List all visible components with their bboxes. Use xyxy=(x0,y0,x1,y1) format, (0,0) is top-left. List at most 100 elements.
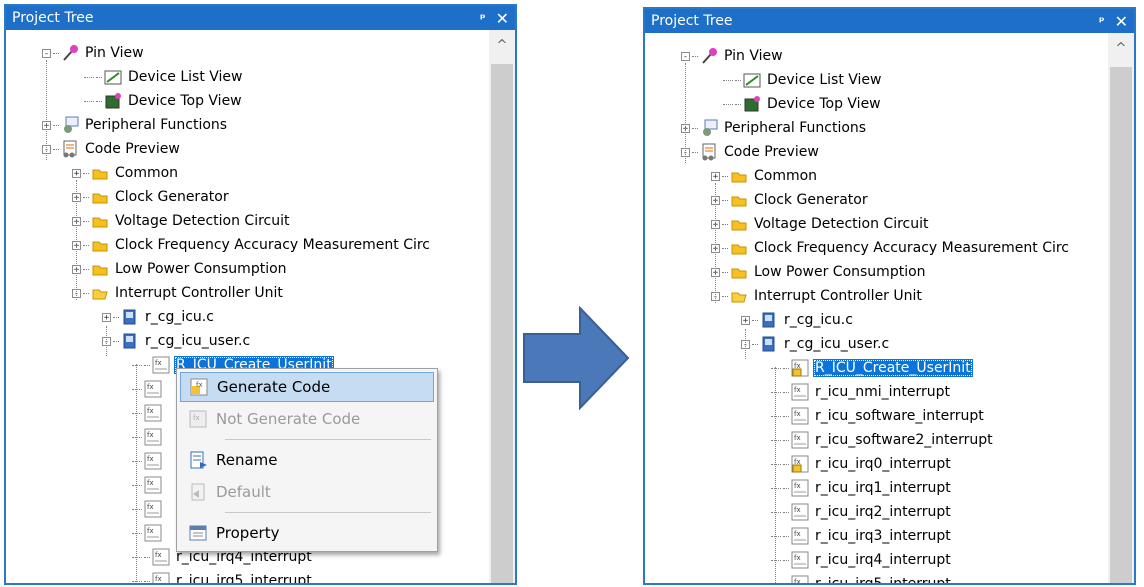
tree-item[interactable]: + Voltage Detection Circuit xyxy=(72,210,292,232)
vertical-scrollbar[interactable]: ^ xyxy=(489,30,515,583)
tree-item[interactable]: + Clock Generator xyxy=(72,186,231,208)
tree-item[interactable]: - Pin View xyxy=(42,42,146,64)
tree-item[interactable]: fx xyxy=(132,378,166,400)
tree-item[interactable]: - r_cg_icu_user.c xyxy=(741,333,891,355)
tree-view[interactable]: - Pin View Device List View Device Top View… xyxy=(645,33,1134,583)
tree-item-label: Device List View xyxy=(767,72,882,88)
tree-item[interactable]: fx xyxy=(132,522,166,544)
chip-icon xyxy=(743,95,761,113)
tree-item[interactable]: fx r_icu_irq1_interrupt xyxy=(771,477,953,499)
file-icon xyxy=(121,308,139,326)
pin-icon[interactable]: ᵖ xyxy=(1099,14,1105,28)
tree-item[interactable]: + Peripheral Functions xyxy=(681,117,868,139)
tree-item[interactable]: fx xyxy=(132,426,166,448)
tree-item[interactable]: - Interrupt Controller Unit xyxy=(711,285,924,307)
svg-text:fx: fx xyxy=(794,482,801,490)
tree-item[interactable]: + Common xyxy=(711,165,819,187)
tree-item[interactable]: Device Top View xyxy=(723,93,883,115)
tree-item[interactable]: - Pin View xyxy=(681,45,785,67)
function-icon: fx xyxy=(791,479,809,497)
function-icon: fx xyxy=(144,428,162,446)
tree-item[interactable]: fx r_icu_irq0_interrupt xyxy=(771,453,953,475)
tree-item[interactable]: fx r_icu_irq2_interrupt xyxy=(771,501,953,523)
tree-item[interactable]: + Clock Frequency Accuracy Measurement Ci… xyxy=(72,234,432,256)
svg-text:fx: fx xyxy=(794,386,801,394)
pin-icon[interactable]: ᵖ xyxy=(480,11,486,25)
vertical-scrollbar[interactable]: ^ xyxy=(1108,33,1134,583)
tree-item[interactable]: fx r_icu_software2_interrupt xyxy=(771,429,995,451)
folder-icon xyxy=(730,263,748,281)
tree-item[interactable]: + Peripheral Functions xyxy=(42,114,229,136)
svg-text:fx: fx xyxy=(794,530,801,538)
tree-item-label: Code Preview xyxy=(724,144,819,160)
tree-item-label: r_icu_software_interrupt xyxy=(815,408,984,424)
device-list-icon xyxy=(104,68,122,86)
tree-item[interactable]: fx xyxy=(132,474,166,496)
tree-item[interactable]: fx r_icu_irq5_interrupt xyxy=(771,573,953,585)
collapse-toggle-icon[interactable]: - xyxy=(681,51,690,61)
rename-menu-item[interactable]: Rename xyxy=(180,445,434,475)
tree-item[interactable]: fx R_ICU_Create_UserInit xyxy=(771,357,973,379)
function-icon: fx xyxy=(144,476,162,494)
function-icon: fx xyxy=(791,383,809,401)
tree-item[interactable]: - Code Preview xyxy=(42,138,182,160)
tree-item[interactable]: fx r_icu_nmi_interrupt xyxy=(771,381,952,403)
scroll-up-icon[interactable]: ^ xyxy=(489,30,515,60)
tree-item-label: Clock Generator xyxy=(754,192,868,208)
function-icon: fx xyxy=(791,503,809,521)
peripheral-icon xyxy=(61,116,79,134)
tree-item[interactable]: + Voltage Detection Circuit xyxy=(711,213,931,235)
close-icon[interactable]: ✕ xyxy=(496,9,509,28)
expand-toggle-icon[interactable]: + xyxy=(711,171,720,181)
tree-item[interactable]: + Low Power Consumption xyxy=(711,261,928,283)
svg-text:fx: fx xyxy=(147,527,154,535)
tree-item-label: Device List View xyxy=(128,69,243,85)
tree-item[interactable]: - Interrupt Controller Unit xyxy=(72,282,285,304)
collapse-toggle-icon[interactable]: - xyxy=(42,48,51,58)
tree-item[interactable]: - Code Preview xyxy=(681,141,821,163)
scroll-up-icon[interactable]: ^ xyxy=(1108,33,1134,63)
tree-item[interactable]: fx r_icu_irq4_interrupt xyxy=(771,549,953,571)
tree-item[interactable]: Device Top View xyxy=(84,90,244,112)
tree-item[interactable]: fx xyxy=(132,450,166,472)
tree-item[interactable]: + Clock Frequency Accuracy Measurement Ci… xyxy=(711,237,1071,259)
tree-item[interactable]: + Clock Generator xyxy=(711,189,870,211)
tree-item-label: r_icu_nmi_interrupt xyxy=(815,384,950,400)
expand-toggle-icon[interactable]: + xyxy=(741,315,750,325)
tree-item-label: Device Top View xyxy=(767,96,881,112)
tree-item[interactable]: fx xyxy=(132,402,166,424)
chip-icon xyxy=(104,92,122,110)
tree-item[interactable]: + Common xyxy=(72,162,180,184)
generate-code-menu-item[interactable]: fx Generate Code xyxy=(180,372,434,402)
tree-item[interactable]: Device List View xyxy=(84,66,244,88)
expand-toggle-icon[interactable]: + xyxy=(72,168,81,178)
file-icon xyxy=(121,332,139,350)
menu-label: Default xyxy=(216,483,271,501)
panel-title: Project Tree xyxy=(651,13,733,29)
tree-item[interactable]: - r_cg_icu_user.c xyxy=(102,330,252,352)
svg-text:fx: fx xyxy=(794,578,801,585)
svg-text:fx: fx xyxy=(794,434,801,442)
folder-icon xyxy=(91,236,109,254)
tree-item[interactable]: + Low Power Consumption xyxy=(72,258,289,280)
tree-item[interactable]: fx xyxy=(132,498,166,520)
tree-item[interactable]: fx r_icu_irq5_interrupt xyxy=(132,570,314,585)
menu-label: Rename xyxy=(216,451,278,469)
svg-text:fx: fx xyxy=(794,506,801,514)
tree-item[interactable]: + r_cg_icu.c xyxy=(102,306,216,328)
tree-item[interactable]: fx r_icu_irq3_interrupt xyxy=(771,525,953,547)
expand-toggle-icon[interactable]: + xyxy=(102,312,111,322)
tree-item[interactable]: Device List View xyxy=(723,69,883,91)
scroll-thumb[interactable] xyxy=(1110,67,1132,583)
close-icon[interactable]: ✕ xyxy=(1115,12,1128,31)
generate-code-icon: fx xyxy=(190,378,208,396)
tree-item-label: Common xyxy=(115,165,179,181)
tree-item[interactable]: fx r_icu_software_interrupt xyxy=(771,405,986,427)
tree-item-label: r_icu_irq5_interrupt xyxy=(176,573,312,585)
scroll-thumb[interactable] xyxy=(491,64,513,583)
default-menu-item: Default xyxy=(180,477,434,507)
tree-item[interactable]: + r_cg_icu.c xyxy=(741,309,855,331)
property-menu-item[interactable]: Property xyxy=(180,518,434,548)
folder-icon xyxy=(730,191,748,209)
svg-text:fx: fx xyxy=(155,551,162,559)
